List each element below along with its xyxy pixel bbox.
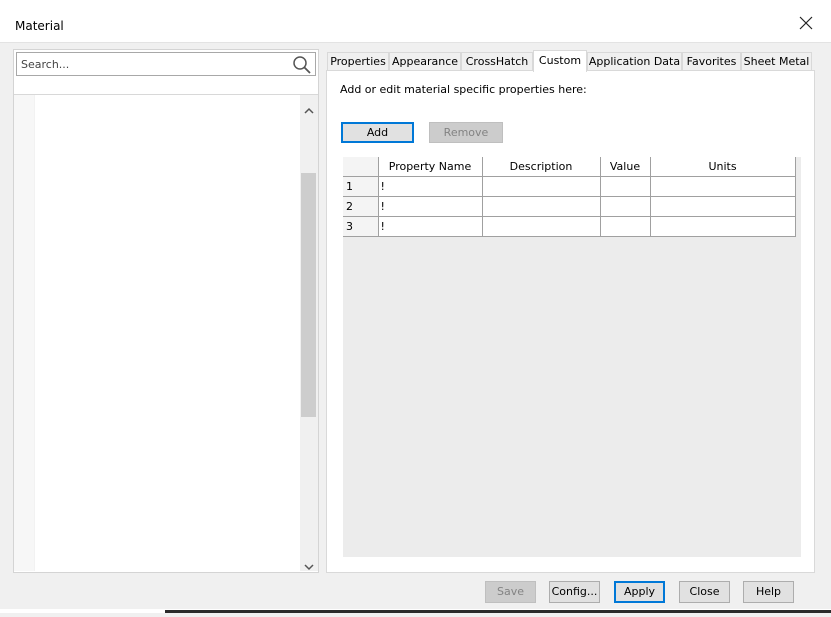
tree-margin: [14, 95, 34, 571]
custom-tab-panel: Add or edit material specific properties…: [326, 70, 815, 573]
add-button[interactable]: Add: [341, 122, 414, 143]
row-number: 1: [343, 176, 379, 197]
row-number: 2: [343, 196, 379, 217]
table-row[interactable]: 3 !: [343, 216, 796, 237]
apply-button[interactable]: Apply: [614, 581, 665, 603]
config-button[interactable]: Config...: [549, 581, 600, 603]
tab-appearance[interactable]: Appearance: [389, 52, 461, 71]
chevron-down-icon[interactable]: [304, 560, 314, 571]
row-number: 3: [343, 216, 379, 237]
units-cell[interactable]: [649, 176, 796, 197]
search-input[interactable]: [17, 53, 295, 75]
tab-favorites[interactable]: Favorites: [682, 52, 741, 71]
value-cell[interactable]: [599, 176, 651, 197]
save-button[interactable]: Save: [485, 581, 536, 603]
tab-crosshatch[interactable]: CrossHatch: [461, 52, 533, 71]
window-title: Material: [15, 19, 64, 33]
title-bar: Material: [0, 0, 831, 43]
description-cell[interactable]: [481, 216, 601, 237]
custom-properties-table: Property Name Description Value Units 1 …: [343, 157, 796, 237]
material-tree[interactable]: [34, 95, 301, 571]
tab-properties[interactable]: Properties: [327, 52, 389, 71]
property-name-cell[interactable]: !: [377, 176, 483, 197]
column-header-property-name[interactable]: Property Name: [377, 157, 483, 177]
table-header-row: Property Name Description Value Units: [343, 157, 796, 177]
tab-application-data[interactable]: Application Data: [587, 52, 682, 71]
corner-cell: [343, 157, 379, 177]
search-icon[interactable]: [292, 55, 312, 75]
search-box: [16, 52, 316, 76]
help-button[interactable]: Help: [743, 581, 794, 603]
material-tree-pane: [13, 49, 319, 573]
chevron-up-icon[interactable]: [304, 104, 314, 114]
property-name-cell[interactable]: !: [377, 196, 483, 217]
tab-sheet-metal[interactable]: Sheet Metal: [741, 52, 812, 71]
value-cell[interactable]: [599, 196, 651, 217]
column-header-units[interactable]: Units: [649, 157, 796, 177]
tree-scrollbar[interactable]: [300, 95, 318, 571]
units-cell[interactable]: [649, 196, 796, 217]
window-bottom-edge: [0, 609, 831, 613]
property-name-cell[interactable]: !: [377, 216, 483, 237]
column-header-description[interactable]: Description: [481, 157, 601, 177]
instruction-text: Add or edit material specific properties…: [340, 83, 587, 96]
remove-button[interactable]: Remove: [429, 122, 503, 143]
description-cell[interactable]: [481, 176, 601, 197]
tab-custom[interactable]: Custom: [533, 50, 587, 72]
properties-grid: Property Name Description Value Units 1 …: [343, 157, 801, 557]
value-cell[interactable]: [599, 216, 651, 237]
units-cell[interactable]: [649, 216, 796, 237]
column-header-value[interactable]: Value: [599, 157, 651, 177]
description-cell[interactable]: [481, 196, 601, 217]
table-row[interactable]: 2 !: [343, 196, 796, 217]
close-icon[interactable]: [799, 16, 813, 30]
tree-item-partial: [195, 613, 275, 617]
close-button[interactable]: Close: [679, 581, 730, 603]
scroll-thumb[interactable]: [301, 173, 316, 417]
table-row[interactable]: 1 !: [343, 176, 796, 197]
